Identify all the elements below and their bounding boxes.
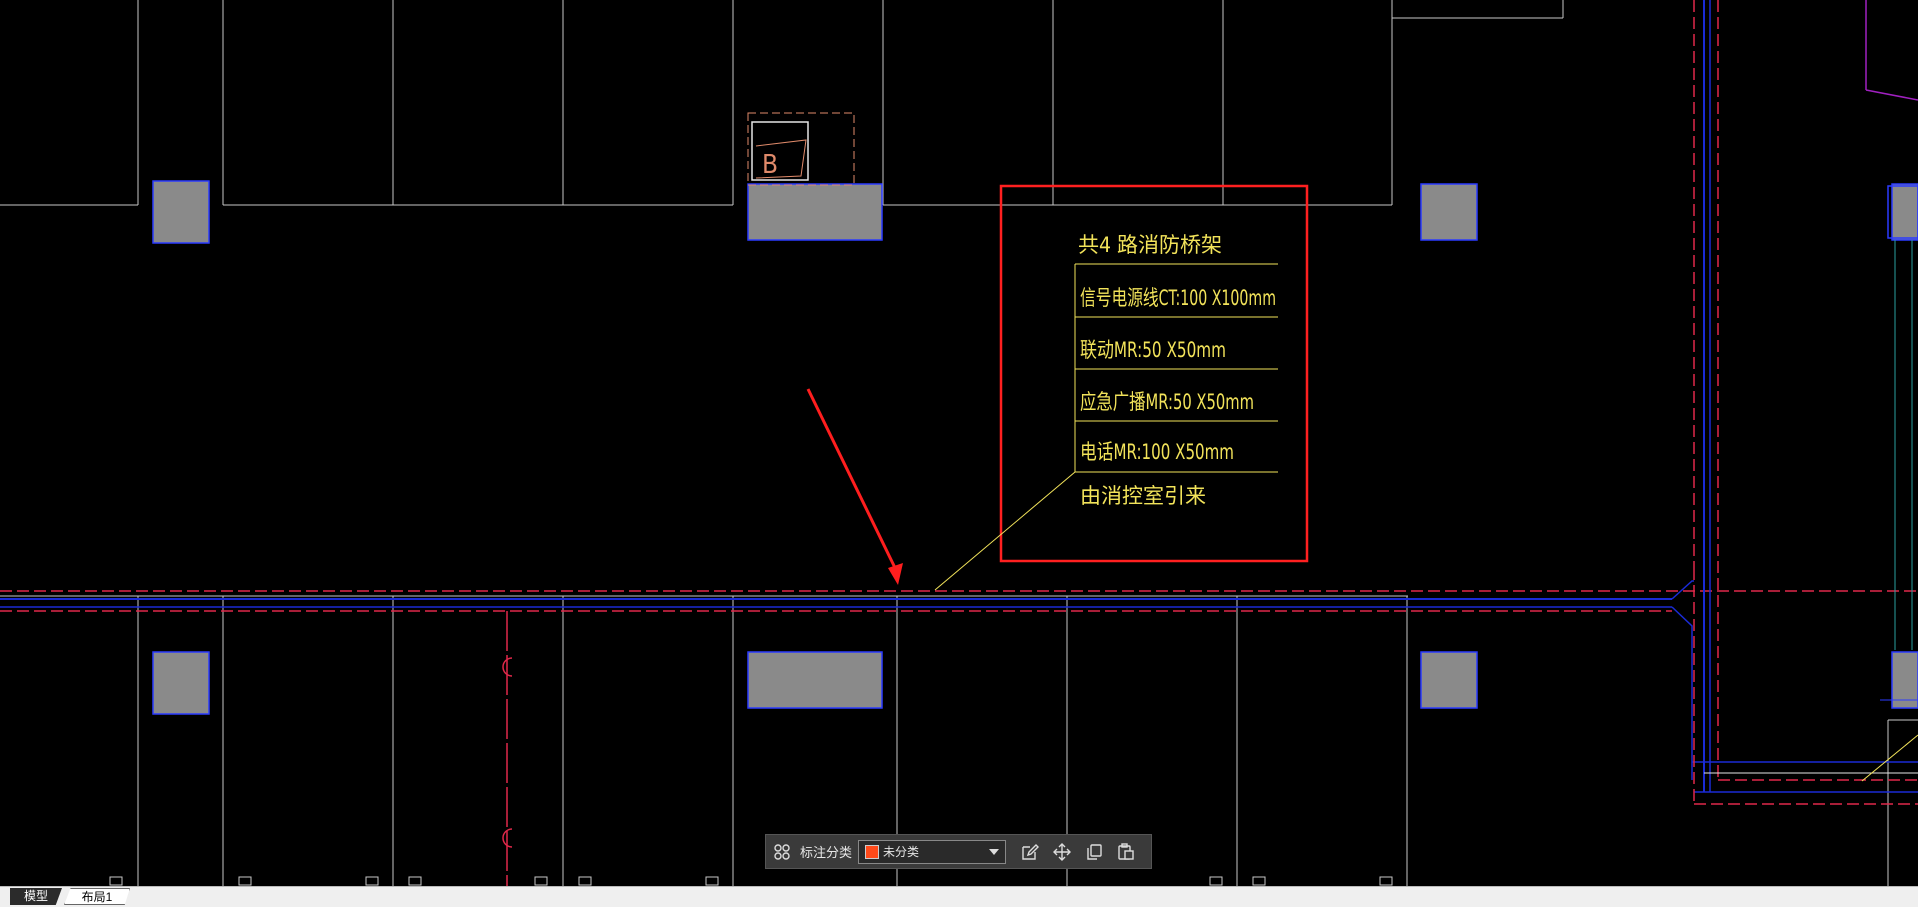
callout-title: 共4 路消防桥架 [1078, 233, 1222, 257]
cable-tray-callout: 共4 路消防桥架 信号电源线CT:100 X100mm 联动MR:50 X50m… [934, 184, 1309, 591]
chevron-down-icon [989, 848, 1000, 855]
cable-tray-route [0, 0, 1918, 805]
edit-icon[interactable] [1017, 839, 1043, 865]
callout-row: 应急广播MR:50 X50mm [1080, 390, 1254, 414]
annotation-category-label: 标注分类 [800, 845, 853, 860]
callout-row: 电话MR:100 X50mm [1080, 440, 1234, 464]
columns [152, 180, 1918, 715]
layout-tab-bar: 模型 布局1 [0, 886, 1918, 907]
annotation-category-toolbar: 标注分类 未分类 [765, 834, 1152, 869]
category-value: 未分类 [883, 845, 920, 859]
cad-drawing-canvas[interactable]: B 共4 路消防桥架 信号电源线CT:100 X100mm 联动MR:50 X5… [0, 0, 1918, 886]
callout-row: 信号电源线CT:100 X100mm [1080, 286, 1276, 310]
tab-model[interactable]: 模型 [10, 888, 62, 905]
move-icon[interactable] [1049, 839, 1075, 865]
category-color-swatch [865, 844, 880, 859]
pointer-arrow [806, 388, 903, 585]
callout-leader-line [934, 471, 1076, 591]
annotation-category-select[interactable]: 未分类 [858, 839, 1007, 864]
equipment-tag: B [747, 112, 855, 186]
callout-row: 联动MR:50 X50mm [1080, 338, 1226, 362]
callout-footer: 由消控室引来 [1080, 484, 1206, 508]
copy-icon[interactable] [1081, 839, 1107, 865]
tab-layout1[interactable]: 布局1 [64, 888, 130, 905]
red-pipe-riser [502, 611, 513, 886]
grid-icon[interactable] [769, 839, 795, 865]
equipment-tag-label: B [762, 150, 778, 180]
paste-icon[interactable] [1113, 839, 1139, 865]
room-walls [0, 0, 1918, 886]
outlet-symbols [109, 876, 1393, 886]
